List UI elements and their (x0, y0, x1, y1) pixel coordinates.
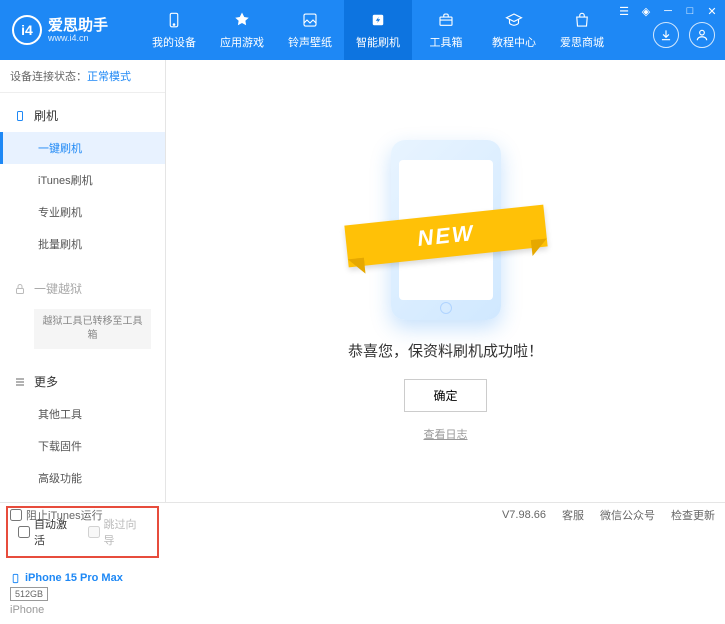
download-button[interactable] (653, 22, 679, 48)
main-content: NEW 恭喜您，保资料刷机成功啦！ 确定 查看日志 (166, 60, 725, 502)
maximize-icon[interactable]: □ (683, 4, 697, 18)
nav-apps-games[interactable]: 应用游戏 (208, 0, 276, 60)
checkbox-label: 阻止iTunes运行 (26, 507, 103, 523)
header-actions (653, 22, 715, 48)
tutorial-icon (504, 10, 524, 30)
version-label: V7.98.66 (502, 509, 546, 521)
lock-icon (14, 283, 26, 295)
nav-label: 铃声壁纸 (288, 34, 332, 50)
nav-store[interactable]: 爱思商城 (548, 0, 616, 60)
nav-label: 智能刷机 (356, 34, 400, 50)
sidebar-item-itunes-flash[interactable]: iTunes刷机 (0, 164, 165, 196)
connection-status: 设备连接状态：正常模式 (0, 60, 165, 93)
device-name[interactable]: iPhone 15 Pro Max (10, 572, 155, 584)
sidebar-item-pro-flash[interactable]: 专业刷机 (0, 196, 165, 228)
view-log-link[interactable]: 查看日志 (424, 426, 468, 442)
nav-label: 工具箱 (430, 34, 463, 50)
menu-icon (14, 376, 26, 388)
phone-icon (164, 10, 184, 30)
nav-ringtones[interactable]: 铃声壁纸 (276, 0, 344, 60)
sidebar-item-other-tools[interactable]: 其他工具 (0, 398, 165, 430)
sidebar-header-label: 一键越狱 (34, 280, 82, 297)
storage-badge: 512GB (10, 587, 48, 601)
phone-icon (10, 573, 21, 584)
app-name: 爱思助手 (48, 18, 108, 33)
store-icon (572, 10, 592, 30)
footer-wechat-link[interactable]: 微信公众号 (600, 507, 655, 523)
footer-support-link[interactable]: 客服 (562, 507, 584, 523)
jailbreak-note: 越狱工具已转移至工具箱 (34, 309, 151, 349)
flash-icon (368, 10, 388, 30)
apps-icon (232, 10, 252, 30)
window-controls: ☰ ◈ ─ □ ✕ (617, 4, 719, 18)
status-label: 设备连接状态： (10, 71, 87, 83)
app-header: i4 爱思助手 www.i4.cn 我的设备 应用游戏 铃声壁纸 智能刷机 工具… (0, 0, 725, 60)
nav-label: 教程中心 (492, 34, 536, 50)
sidebar-item-download-firmware[interactable]: 下载固件 (0, 430, 165, 462)
block-itunes-checkbox[interactable]: 阻止iTunes运行 (10, 507, 103, 523)
success-message: 恭喜您，保资料刷机成功啦！ (348, 340, 543, 361)
nav-smart-flash[interactable]: 智能刷机 (344, 0, 412, 60)
logo-icon: i4 (12, 15, 42, 45)
nav-tutorials[interactable]: 教程中心 (480, 0, 548, 60)
sidebar-item-oneclick-flash[interactable]: 一键刷机 (0, 132, 165, 164)
nav-my-device[interactable]: 我的设备 (140, 0, 208, 60)
app-url: www.i4.cn (48, 33, 108, 43)
wallpaper-icon (300, 10, 320, 30)
close-icon[interactable]: ✕ (705, 4, 719, 18)
ok-button[interactable]: 确定 (404, 379, 486, 412)
sidebar-header-label: 更多 (34, 373, 58, 390)
skin-icon[interactable]: ◈ (639, 4, 653, 18)
sidebar: 设备连接状态：正常模式 刷机 一键刷机 iTunes刷机 专业刷机 批量刷机 一… (0, 60, 166, 502)
minimize-icon[interactable]: ─ (661, 4, 675, 18)
nav-label: 我的设备 (152, 34, 196, 50)
footer-update-link[interactable]: 检查更新 (671, 507, 715, 523)
settings-icon[interactable]: ☰ (617, 4, 631, 18)
sidebar-header-label: 刷机 (34, 107, 58, 124)
phone-icon (14, 110, 26, 122)
sidebar-flash-header[interactable]: 刷机 (0, 99, 165, 132)
checkbox-label: 跳过向导 (104, 516, 148, 548)
success-illustration: NEW (356, 120, 536, 320)
user-button[interactable] (689, 22, 715, 48)
nav-label: 爱思商城 (560, 34, 604, 50)
sidebar-jailbreak-header[interactable]: 一键越狱 (0, 272, 165, 305)
device-info: iPhone 15 Pro Max 512GB iPhone (0, 564, 165, 624)
nav-toolbox[interactable]: 工具箱 (412, 0, 480, 60)
main-nav: 我的设备 应用游戏 铃声壁纸 智能刷机 工具箱 教程中心 爱思商城 (140, 0, 616, 60)
sidebar-item-batch-flash[interactable]: 批量刷机 (0, 228, 165, 260)
toolbox-icon (436, 10, 456, 30)
nav-label: 应用游戏 (220, 34, 264, 50)
sidebar-item-advanced[interactable]: 高级功能 (0, 462, 165, 494)
logo-area: i4 爱思助手 www.i4.cn (0, 15, 140, 45)
status-value: 正常模式 (87, 71, 131, 83)
sidebar-more-header[interactable]: 更多 (0, 365, 165, 398)
device-type: iPhone (10, 604, 155, 616)
